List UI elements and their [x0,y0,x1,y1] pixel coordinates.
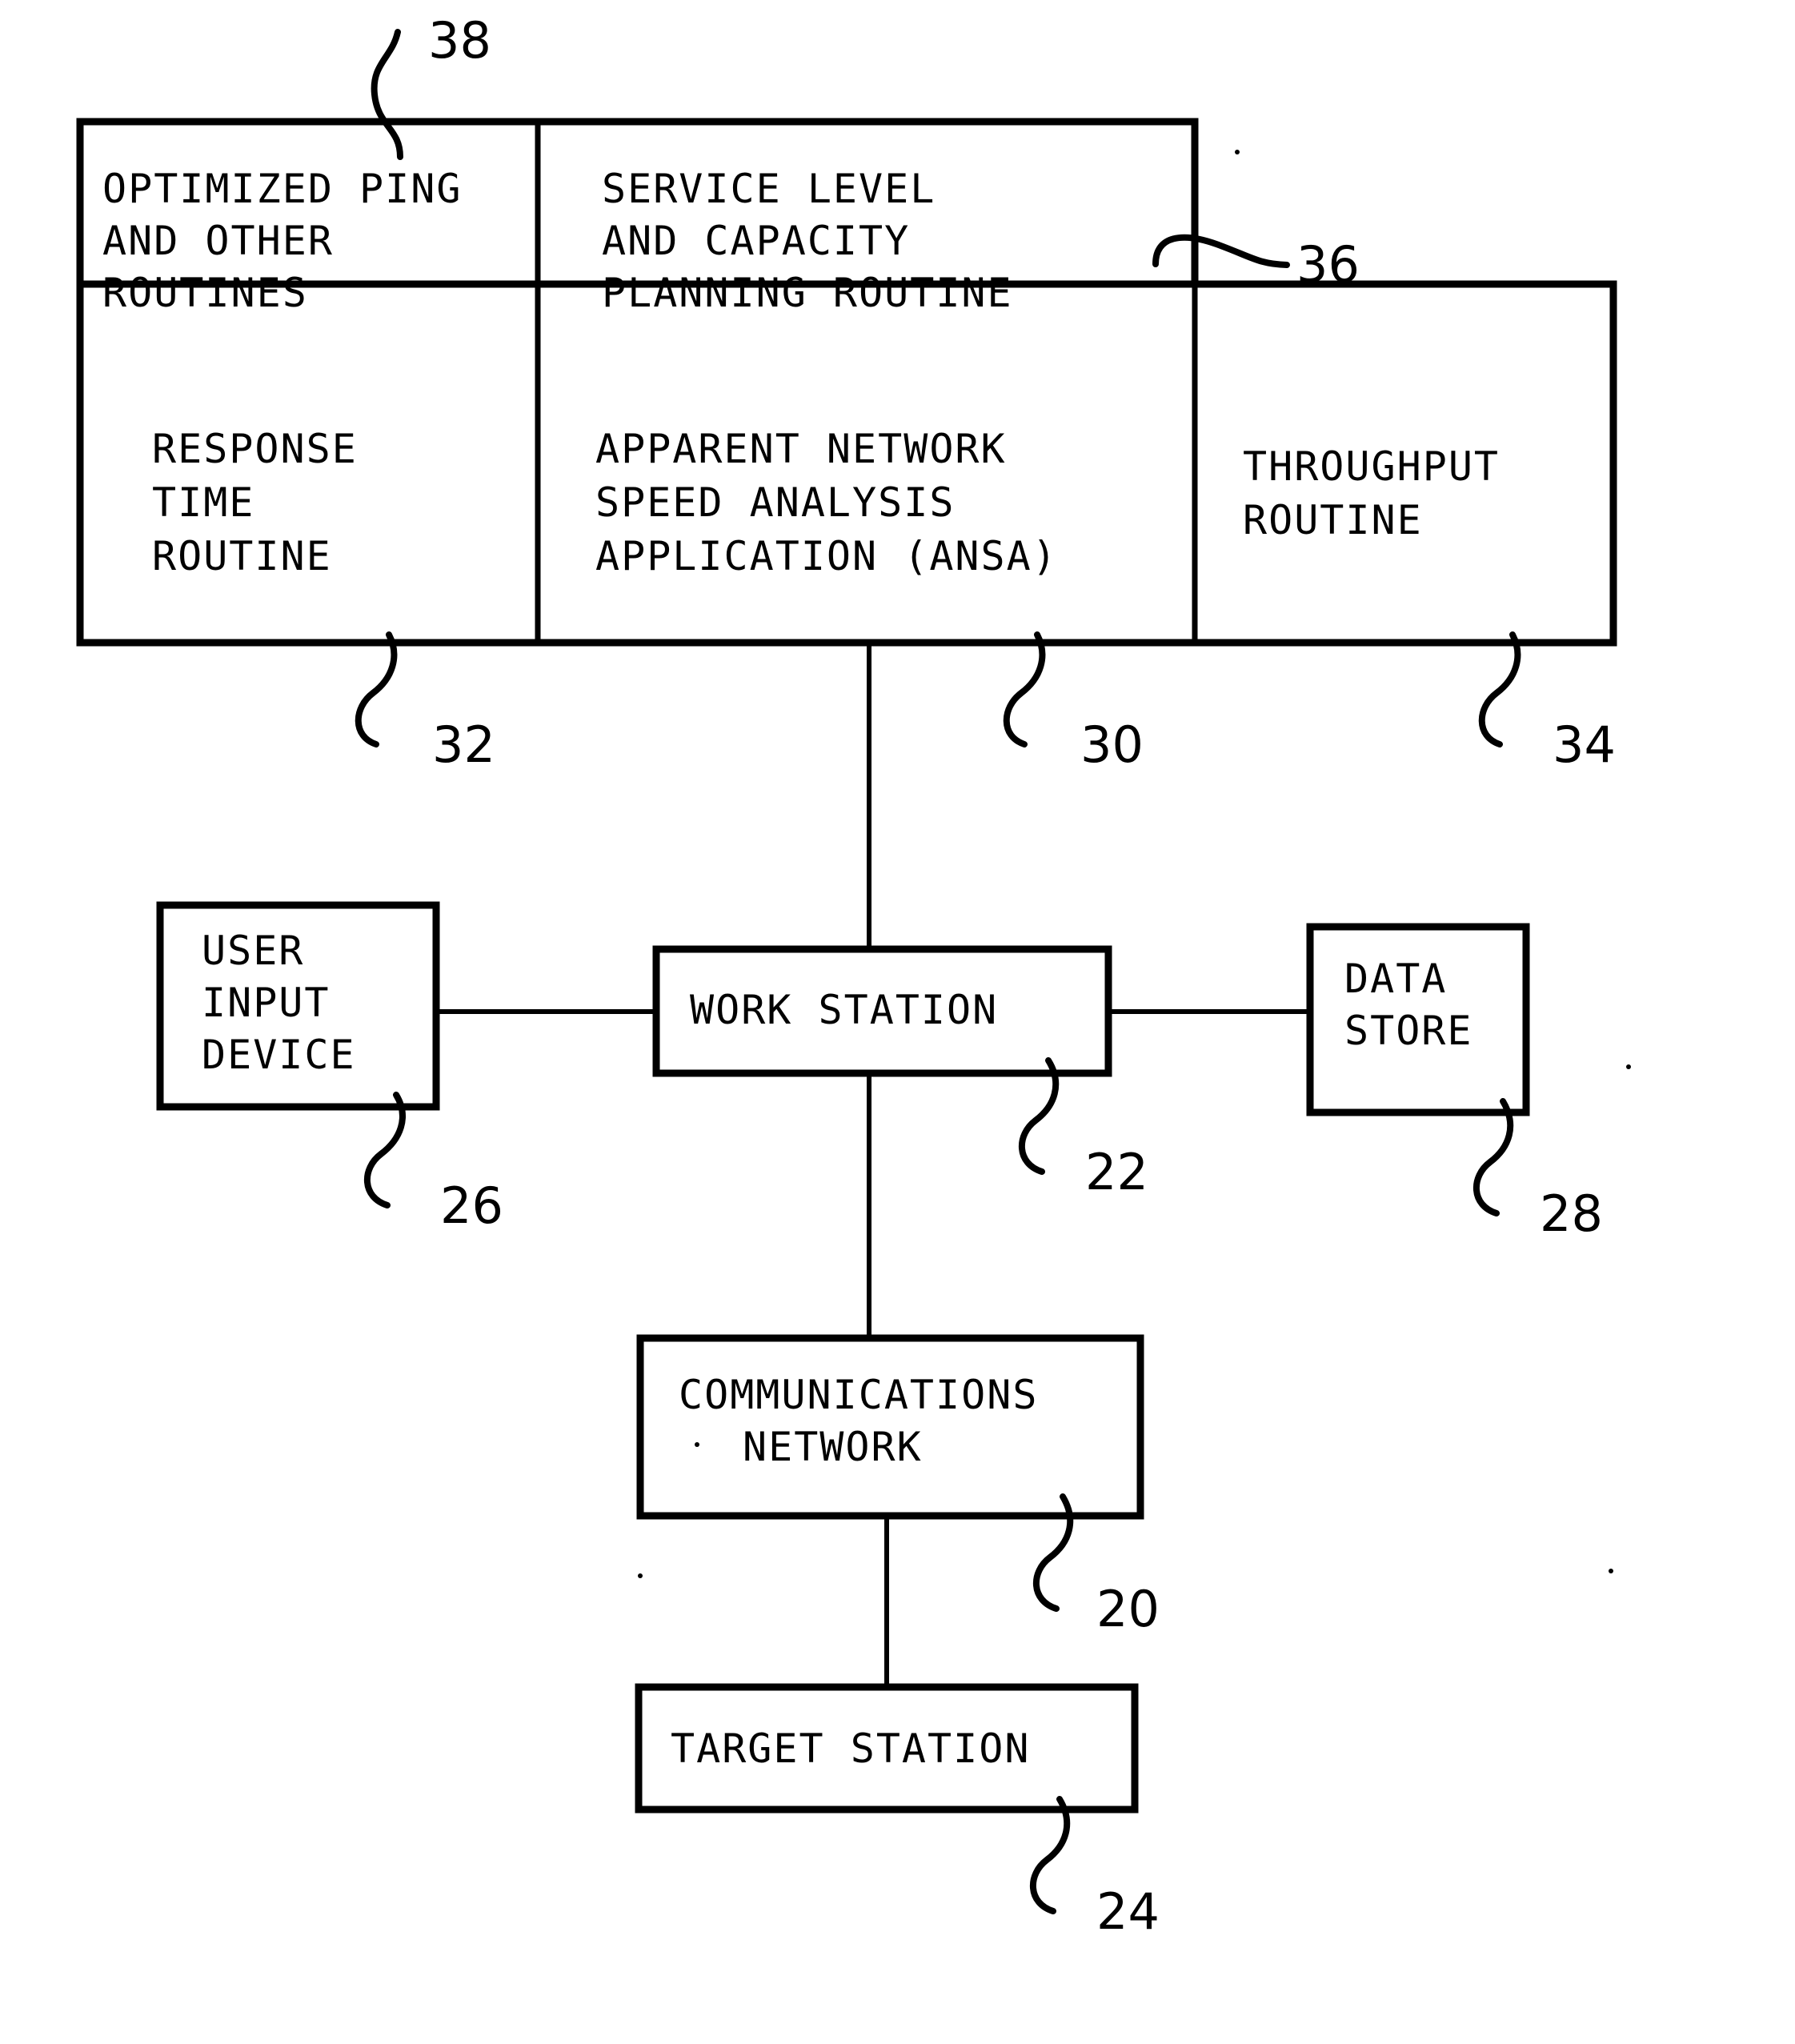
communications-network-line-1: NETWORK [743,1424,923,1470]
reference-numeral-30: 30 [1080,715,1144,774]
reference-numeral-38: 38 [428,11,491,70]
leader-line-32 [355,631,398,747]
reference-callout-22: 22 [1019,1057,1148,1201]
cell-throughput-line-1: ROUTINE [1243,497,1423,543]
box-target-station: TARGET STATION [635,1683,1139,1814]
cell-ansa-line-2: APPLICATION (ANSA) [595,533,1058,579]
box-work-station: WORK STATION [652,945,1112,1077]
reference-callout-34: 34 [1478,631,1616,774]
software-routines-panel: OPTIMIZED PING AND OTHER ROUTINES SERVIC… [76,118,1617,647]
leader-line-28 [1473,1098,1514,1216]
reference-callout-26: 26 [364,1092,503,1235]
leader-line-26 [364,1092,406,1208]
leader-line-24 [1030,1796,1071,1914]
data-store-line-0: DATA [1344,956,1447,1002]
leader-line-34 [1478,631,1521,747]
cell-response-time-line-0: RESPONSE [152,426,358,472]
leader-line-30 [1003,631,1046,747]
cell-service-level-line-1: AND CAPACITY [602,218,910,264]
data-store-line-1: STORE [1344,1008,1473,1054]
speck-4 [695,1442,699,1447]
reference-numeral-22: 22 [1085,1143,1148,1201]
figure-canvas: OPTIMIZED PING AND OTHER ROUTINES SERVIC… [76,11,1631,1941]
box-user-input-device: USER INPUT DEVICE [156,901,440,1111]
reference-numeral-36: 36 [1296,235,1360,294]
cell-response-time-line-2: ROUTINE [152,533,332,579]
leader-line-22 [1019,1057,1060,1175]
cell-ansa-line-0: APPARENT NETWORK [595,426,1007,472]
cell-service-level-line-2: PLANNING ROUTINE [602,270,1013,316]
cell-response-time-line-1: TIME [152,479,254,526]
patent-figure: OPTIMIZED PING AND OTHER ROUTINES SERVIC… [0,0,1795,2044]
speck-2 [1626,1064,1631,1069]
user-input-device-line-2: DEVICE [202,1032,356,1078]
cell-optimized-ping-line-0: OPTIMIZED PING [102,166,462,212]
reference-numeral-26: 26 [440,1176,503,1235]
box-data-store: DATA STORE [1306,923,1530,1116]
box-communications-network: COMMUNICATIONS NETWORK [636,1334,1144,1520]
connector-lines [436,643,1310,1687]
reference-callout-24: 24 [1030,1796,1160,1941]
work-station-line-0: WORK STATION [690,987,998,1033]
cell-optimized-ping-line-1: AND OTHER [102,218,334,264]
reference-numeral-28: 28 [1540,1184,1603,1243]
reference-numeral-34: 34 [1553,715,1616,774]
reference-callout-32: 32 [355,631,495,774]
cell-service-level-line-0: SERVICE LEVEL [602,166,936,212]
speck-3 [1609,1569,1613,1573]
cell-throughput-line-0: THROUGHPUT [1243,443,1500,490]
cell-optimized-ping-line-2: ROUTINES [102,270,308,316]
reference-numeral-32: 32 [432,715,495,774]
communications-network-line-0: COMMUNICATIONS [679,1372,1038,1418]
speck-1 [1235,150,1240,154]
reference-callout-30: 30 [1003,631,1144,774]
user-input-device-line-0: USER [202,928,304,974]
target-station-line-0: TARGET STATION [671,1725,1030,1772]
reference-numeral-24: 24 [1096,1882,1160,1941]
speck-5 [638,1573,643,1578]
reference-numeral-20: 20 [1096,1580,1160,1638]
reference-callout-28: 28 [1473,1098,1603,1243]
user-input-device-line-1: INPUT [202,980,331,1026]
cell-ansa-line-1: SPEED ANALYSIS [595,479,955,526]
